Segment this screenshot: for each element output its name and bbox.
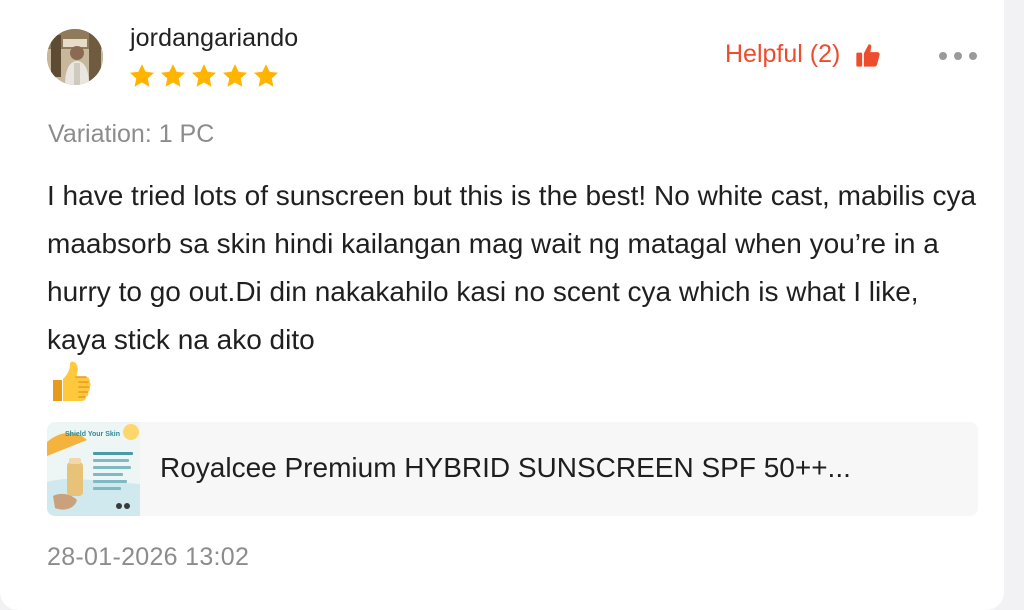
helpful-label: Helpful (2): [725, 40, 841, 68]
star-icon: [253, 64, 279, 87]
username[interactable]: jordangariando: [130, 24, 298, 53]
avatar-photo: [47, 29, 103, 85]
avatar[interactable]: [47, 29, 103, 85]
helpful-button[interactable]: Helpful (2): [725, 40, 882, 69]
variation-label: Variation: 1 PC: [48, 120, 215, 148]
review-card: jordangariando Helpful (2) Variation: 1 …: [0, 0, 1004, 610]
product-image-caption: Shield Your Skin: [65, 431, 120, 438]
thumbs-up-emoji: [53, 361, 91, 401]
product-thumbnail[interactable]: Shield Your Skin: [47, 422, 140, 516]
rating-stars: [128, 62, 280, 90]
more-icon[interactable]: [936, 46, 980, 66]
review-text: I have tried lots of sunscreen but this …: [47, 180, 977, 355]
star-icon: [160, 64, 186, 87]
thumbs-up-icon: [856, 43, 880, 67]
review-timestamp: 28-01-2026 13:02: [47, 543, 250, 571]
star-icon: [129, 64, 155, 87]
star-icon: [191, 64, 217, 87]
star-icon: [222, 64, 248, 87]
product-name: Royalcee Premium HYBRID SUNSCREEN SPF 50…: [160, 452, 851, 483]
product-card[interactable]: Shield Your Skin Royalcee Premium HYBRID…: [47, 422, 978, 516]
